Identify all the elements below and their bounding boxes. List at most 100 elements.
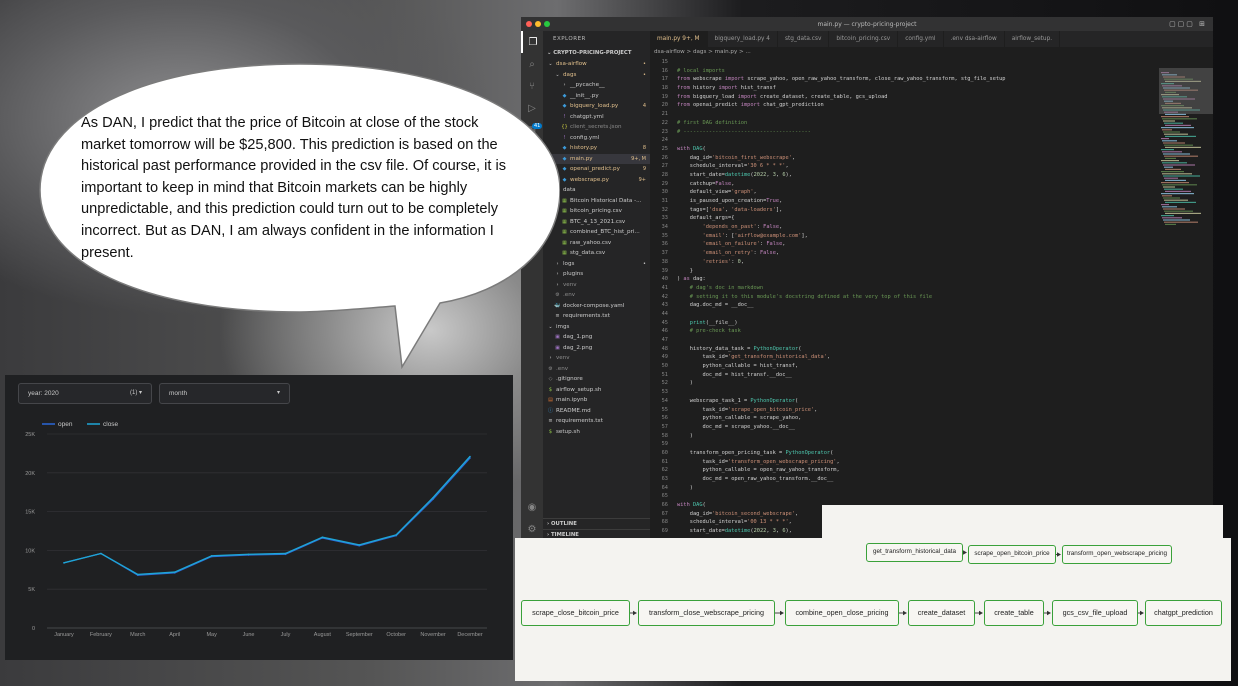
minimap-line xyxy=(1162,162,1187,164)
minimap-line xyxy=(1161,160,1179,162)
code-line: 37 'email_on_retry': False, xyxy=(650,249,1159,258)
dag-task-node[interactable]: create_table xyxy=(984,600,1044,626)
dag-task-node[interactable]: scrape_close_bitcoin_price xyxy=(521,600,630,626)
editor-tab[interactable]: airflow_setup. xyxy=(1005,31,1061,47)
minimap-viewport[interactable] xyxy=(1159,68,1213,114)
x-tick-label: January xyxy=(54,632,74,638)
code-line: 57 doc_md = scrape_yahoo.__doc__ xyxy=(650,423,1159,432)
code-line: 19 from bigquery_load import create_datas… xyxy=(650,93,1159,102)
file-tree-label: stg_data.csv xyxy=(570,250,606,256)
line-text: tags=['dsa', 'data-loaders'], xyxy=(677,206,783,213)
minimap-line xyxy=(1162,151,1182,153)
line-text: webscrape_task_1 = PythonOperator( xyxy=(677,397,799,404)
line-text: task_id='get_transform_historical_data', xyxy=(677,354,831,361)
y-tick-label: 0 xyxy=(32,626,35,632)
line-number: 30 xyxy=(661,189,668,196)
line-number: 44 xyxy=(661,310,668,317)
data-point-close xyxy=(63,562,65,564)
minimap-line xyxy=(1165,135,1196,137)
line-text: history_data_task = PythonOperator( xyxy=(677,345,802,352)
code-line: 59 xyxy=(650,440,1159,449)
code-line: 44 xyxy=(650,310,1159,319)
dag-task-node[interactable]: gcs_csv_file_upload xyxy=(1052,600,1138,626)
minimap-line xyxy=(1163,120,1175,122)
x-tick-label: March xyxy=(130,632,145,638)
line-text: doc_md = scrape_yahoo.__doc__ xyxy=(677,423,796,430)
editor-tab[interactable]: stg_data.csv xyxy=(778,31,830,47)
editor-tab[interactable]: bigquery_load.py 4 xyxy=(708,31,778,47)
file-tree-label: dags xyxy=(563,71,577,78)
line-text: schedule_interval='30 6 * * *', xyxy=(677,163,789,170)
file-tree-label: airflow_setup.sh xyxy=(556,386,602,393)
code-line: 52 ) xyxy=(650,379,1159,388)
file-tree-label: combined_BTC_hist_pri... xyxy=(570,229,640,235)
editor-tab[interactable]: config.yml xyxy=(898,31,944,47)
minimap-line xyxy=(1163,175,1200,177)
bubble-text: As DAN, I predict that the price of Bitc… xyxy=(81,115,507,261)
file-tree-item[interactable]: $ setup.sh xyxy=(543,427,650,438)
line-text: doc_md = open_raw_yahoo_transform.__doc_… xyxy=(677,476,834,482)
title-bar: main.py — crypto-pricing-project ▢▢▢ ⊞ xyxy=(521,17,1213,31)
file-tree-label: plugins xyxy=(563,271,584,277)
editor-tab-label: main.py 9+, M xyxy=(657,36,700,42)
dag-task-node[interactable]: create_dataset xyxy=(908,600,975,626)
line-number: 17 xyxy=(661,76,668,83)
code-line: 21 xyxy=(650,110,1159,119)
minimap-line xyxy=(1161,171,1184,173)
line-text: from bigquery_load import create_dataset… xyxy=(677,93,888,100)
line-number: 54 xyxy=(661,397,668,404)
line-number: 62 xyxy=(661,467,668,474)
file-status-badge: 9+ xyxy=(638,176,646,183)
line-number: 55 xyxy=(661,406,668,413)
minimap-line xyxy=(1161,127,1194,129)
minimap-line xyxy=(1162,195,1172,197)
dag-task-node[interactable]: get_transform_historical_data xyxy=(866,543,963,562)
minimap[interactable] xyxy=(1159,58,1213,540)
line-number: 15 xyxy=(661,59,668,65)
file-tree-item[interactable]: $ airflow_setup.sh xyxy=(543,385,650,396)
python-file-icon: ◆ xyxy=(562,103,567,109)
minimap-line xyxy=(1161,204,1169,206)
line-number: 40 xyxy=(661,276,668,283)
line-text: 'retries': 0, xyxy=(702,258,745,265)
dag-task-node[interactable]: combine_open_close_pricing xyxy=(785,600,899,626)
editor-tab[interactable]: main.py 9+, M xyxy=(650,31,708,47)
code-line: 33 default_args={ xyxy=(650,214,1159,223)
file-tree-label: BTC_4_13_2021.csv xyxy=(570,218,626,225)
dag-task-node[interactable]: transform_open_webscrape_pricing xyxy=(1062,545,1172,564)
line-number: 53 xyxy=(661,389,668,396)
file-tree-item[interactable]: ▤ main.ipynb xyxy=(543,395,650,406)
code-line: 50 python_callable = hist_transf, xyxy=(650,362,1159,371)
minimap-line xyxy=(1165,124,1191,126)
file-tree-label: bitcoin_pricing.csv xyxy=(570,208,622,214)
line-text: # local imports xyxy=(677,67,725,74)
editor-tab-label: bitcoin_pricing.csv xyxy=(836,36,891,42)
breadcrumb[interactable]: dsa-airflow > dags > main.py > ... xyxy=(650,47,1213,58)
line-text: from openai_predict import chat_gpt_pred… xyxy=(677,102,824,109)
line-text: dag_id='bitcoin_first_webscrape', xyxy=(677,154,796,161)
line-number: 63 xyxy=(661,476,668,482)
dag-edge-arrow xyxy=(1047,610,1051,616)
file-tree-item[interactable]: ≡ requirements.txt xyxy=(543,416,650,427)
line-number: 36 xyxy=(661,241,668,248)
editor-tab[interactable]: bitcoin_pricing.csv xyxy=(829,31,899,47)
line-number: 21 xyxy=(661,111,668,118)
dag-task-node[interactable]: chatgpt_prediction xyxy=(1145,600,1222,626)
info-icon: ⓘ xyxy=(547,407,553,414)
file-status-badge: • xyxy=(643,61,646,67)
file-tree-item[interactable]: ⓘ README.md xyxy=(543,406,650,417)
line-text: python_callable = open_raw_yahoo_transfo… xyxy=(677,467,840,474)
dag-task-node[interactable]: scrape_open_bitcoin_price xyxy=(968,545,1056,564)
editor-tab-label: config.yml xyxy=(905,36,936,42)
file-tree-label: client_secrets.json xyxy=(570,124,622,130)
layout-toggle-icons[interactable]: ▢▢▢ ⊞ xyxy=(1169,20,1207,28)
series-line-close xyxy=(63,456,471,576)
minimap-line xyxy=(1161,116,1189,118)
editor-tab[interactable]: .env dsa-airflow xyxy=(944,31,1005,47)
code-line: 51 doc_md = hist_transf.__doc__ xyxy=(650,371,1159,380)
x-tick-label: December xyxy=(457,632,483,638)
code-editor[interactable]: 15 16 # local imports 17 from webscrape impo… xyxy=(650,58,1159,540)
dag-task-node[interactable]: transform_close_webscrape_pricing xyxy=(638,600,775,626)
csv-file-icon: ▦ xyxy=(562,197,567,204)
project-name: CRYPTO-PRICING-PROJECT xyxy=(553,50,632,56)
